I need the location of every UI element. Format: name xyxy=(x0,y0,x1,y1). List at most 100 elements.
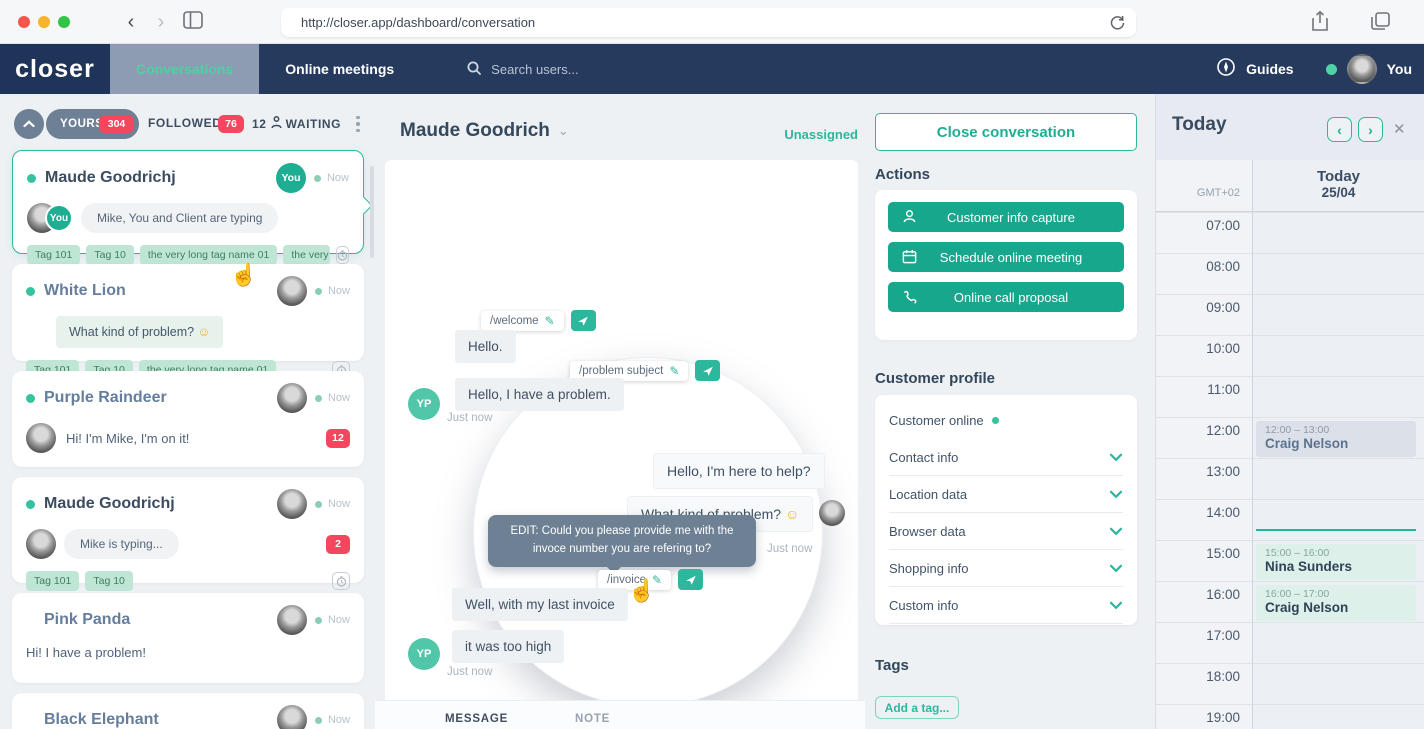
contact-avatar xyxy=(276,276,307,306)
filter-waiting[interactable]: 12 WAITING xyxy=(252,116,341,132)
calendar-event[interactable]: 15:00 – 16:00 Nina Sunders xyxy=(1256,544,1416,580)
hour-cell[interactable] xyxy=(1252,376,1424,417)
tooltip-line1: EDIT: Could you please provide me with t… xyxy=(510,525,734,537)
hour-cell[interactable] xyxy=(1252,253,1424,294)
tag-pill[interactable]: Tag 10 xyxy=(85,571,133,591)
hour-cell[interactable] xyxy=(1252,212,1424,253)
zoom-window-button[interactable] xyxy=(58,16,70,28)
sidebar-menu-icon[interactable] xyxy=(351,110,365,138)
hour-label: 15:00 xyxy=(1156,540,1252,581)
calendar-hour-row: 08:00 xyxy=(1156,253,1424,294)
profile-section-contact-info[interactable]: Contact info xyxy=(889,439,1123,476)
tab-message[interactable]: MESSAGE xyxy=(445,713,508,725)
chat-canvas: /welcome ✎ Hello. /problem subject ✎ Hello… xyxy=(385,160,858,707)
preview-avatar xyxy=(26,529,56,559)
profile-section-browser-data[interactable]: Browser data xyxy=(889,513,1123,550)
conversation-preview-row: What kind of problem? ☺ xyxy=(26,316,350,348)
conversation-card[interactable]: Maude Goodrichj Now Mike is typing... 2 Tag … xyxy=(12,477,364,591)
tag-pill[interactable]: Tag 101 xyxy=(26,571,80,591)
tab-conversations[interactable]: Conversations xyxy=(110,44,260,94)
edit-pencil-icon[interactable]: ✎ xyxy=(545,314,555,328)
close-conversation-button[interactable]: Close conversation xyxy=(875,113,1137,151)
profile-section-location-data[interactable]: Location data xyxy=(889,476,1123,513)
conversation-card[interactable]: Maude Goodrichj You Now You Mike, You and Cl… xyxy=(12,150,364,265)
tag-pill[interactable]: the very long t... xyxy=(283,245,330,265)
tab-note[interactable]: NOTE xyxy=(575,713,610,725)
hour-cell[interactable] xyxy=(1252,294,1424,335)
chevron-down-icon xyxy=(1109,487,1123,502)
send-button[interactable] xyxy=(570,310,596,331)
filter-followed[interactable]: FOLLOWED xyxy=(148,116,221,130)
hour-cell[interactable] xyxy=(1252,663,1424,704)
conversation-card[interactable]: Pink Panda Now Hi! I have a problem! xyxy=(12,593,364,683)
tag-pill[interactable]: Tag 101 xyxy=(27,245,81,265)
chat-header[interactable]: Maude Goodrich ⌄ xyxy=(400,120,569,142)
customer-info-capture-button[interactable]: Customer info capture xyxy=(888,202,1124,232)
minimize-window-button[interactable] xyxy=(38,16,50,28)
hour-cell[interactable] xyxy=(1252,622,1424,663)
conversation-name: Black Elephant xyxy=(44,711,159,728)
closer-logo[interactable]: closer xyxy=(0,44,110,94)
guides-compass-icon[interactable] xyxy=(1216,57,1236,82)
hour-cell[interactable] xyxy=(1252,335,1424,376)
send-button[interactable] xyxy=(678,569,704,590)
add-tag-button[interactable]: Add a tag... xyxy=(875,696,959,719)
followed-count-badge[interactable]: 76 xyxy=(218,115,244,133)
sidebar-scrollbar[interactable] xyxy=(370,166,374,258)
user-avatar[interactable] xyxy=(1346,54,1377,84)
chat-title: Maude Goodrich xyxy=(400,120,550,141)
tag-pill[interactable]: Tag 10 xyxy=(86,245,134,265)
unread-badge: 12 xyxy=(326,428,350,448)
conversation-card[interactable]: Purple Raindeer Now Hi! I'm Mike, I'm on i… xyxy=(12,371,364,467)
conversation-header-row: Purple Raindeer Now xyxy=(26,383,350,413)
collapse-button[interactable] xyxy=(14,109,44,139)
reload-icon[interactable] xyxy=(1109,14,1126,36)
close-window-button[interactable] xyxy=(18,16,30,28)
online-call-proposal-button[interactable]: Online call proposal xyxy=(888,282,1124,312)
tab-online-meetings[interactable]: Online meetings xyxy=(259,44,420,94)
sidebar-toggle-icon[interactable] xyxy=(182,10,204,35)
profile-section-custom-info[interactable]: Custom info xyxy=(889,587,1123,624)
conversation-name: Pink Panda xyxy=(44,611,131,628)
guides-label[interactable]: Guides xyxy=(1246,61,1293,77)
calendar-prev-button[interactable]: ‹ xyxy=(1327,117,1352,142)
edit-pencil-icon[interactable]: ✎ xyxy=(669,364,679,378)
back-button[interactable]: ‹ xyxy=(120,11,142,33)
event-time: 16:00 – 17:00 xyxy=(1265,588,1330,600)
send-button[interactable] xyxy=(695,360,721,381)
search-users-input[interactable]: Search users... xyxy=(466,44,579,94)
address-bar[interactable]: http://closer.app/dashboard/conversation xyxy=(281,8,1136,37)
typing-indicator: Mike is typing... xyxy=(64,529,179,559)
profile-section-shopping-info[interactable]: Shopping info xyxy=(889,550,1123,587)
calendar-hour-row: 10:00 xyxy=(1156,335,1424,376)
calendar-hour-row: 09:00 xyxy=(1156,294,1424,335)
conversation-card[interactable]: Black Elephant Now xyxy=(12,693,364,729)
calendar-close-icon[interactable]: ✕ xyxy=(1393,120,1406,138)
hour-cell[interactable] xyxy=(1252,458,1424,499)
share-icon[interactable] xyxy=(1310,10,1330,37)
tag-timer-icon[interactable] xyxy=(332,572,350,590)
calendar-hour-row: 18:00 xyxy=(1156,663,1424,704)
assignment-status[interactable]: Unassigned xyxy=(700,127,858,142)
current-time-indicator xyxy=(1256,529,1416,531)
calendar-event[interactable]: 16:00 – 17:00 Craig Nelson xyxy=(1256,585,1416,621)
action-button-label: Online call proposal xyxy=(953,289,1069,305)
hour-cell[interactable] xyxy=(1252,499,1424,540)
hour-cell[interactable] xyxy=(1252,704,1424,729)
contact-avatar xyxy=(276,705,307,729)
welcome-command-chip[interactable]: /welcome ✎ xyxy=(481,310,564,331)
conversation-preview-row: Hi! I'm Mike, I'm on it! 12 xyxy=(26,423,350,453)
conversation-card[interactable]: White Lion Now What kind of problem? ☺ Tag … xyxy=(12,262,364,380)
smile-emoji: ☺ xyxy=(197,325,211,339)
calendar-next-button[interactable]: › xyxy=(1358,117,1383,142)
tag-timer-icon[interactable] xyxy=(336,246,349,264)
forward-button[interactable]: › xyxy=(150,11,172,33)
schedule-online-meeting-button[interactable]: Schedule online meeting xyxy=(888,242,1124,272)
filter-yours[interactable]: YOURS 304 xyxy=(46,109,139,139)
you-label[interactable]: You xyxy=(1387,61,1412,77)
calendar-event[interactable]: 12:00 – 13:00 Craig Nelson xyxy=(1256,421,1416,457)
presence-dot xyxy=(314,500,322,508)
hour-label: 13:00 xyxy=(1156,458,1252,499)
tabs-overview-icon[interactable] xyxy=(1370,10,1392,37)
event-name: Craig Nelson xyxy=(1265,436,1349,451)
